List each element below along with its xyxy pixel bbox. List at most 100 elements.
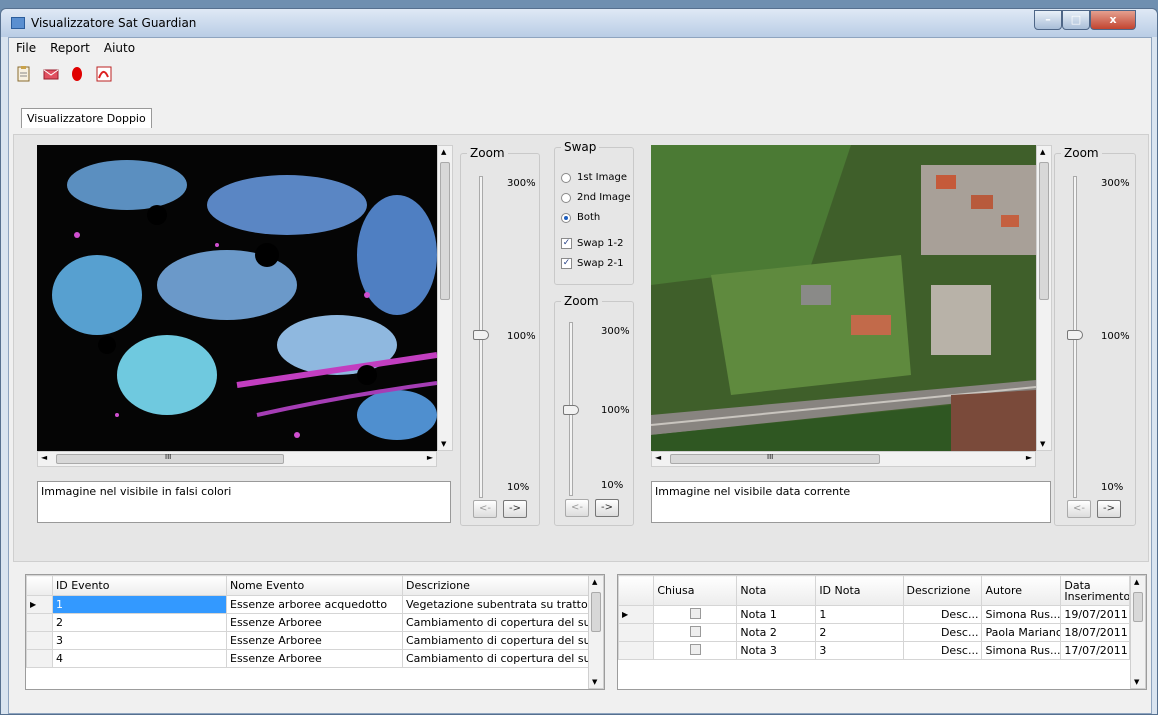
- center-prev-button[interactable]: <-: [565, 499, 589, 517]
- cell[interactable]: Vegetazione subentrata su tratto ...: [402, 595, 589, 614]
- cell[interactable]: Simona Rus...: [981, 641, 1062, 660]
- right-hscroll-thumb[interactable]: [670, 454, 880, 464]
- cell[interactable]: Desc...: [902, 641, 983, 660]
- table-row[interactable]: Nota 3 3 Desc... Simona Rus... 17/07/201…: [618, 641, 1130, 660]
- record-icon[interactable]: [68, 65, 86, 83]
- events-header-nome[interactable]: Nome Evento: [226, 575, 403, 596]
- cell[interactable]: Cambiamento di copertura del su...: [402, 631, 589, 650]
- cell[interactable]: Paola Mariano: [981, 623, 1062, 642]
- right-vertical-scrollbar[interactable]: ▲ ▼: [1036, 145, 1052, 451]
- table-row[interactable]: 3 Essenze Arboree Cambiamento di copertu…: [26, 631, 589, 650]
- notes-header-chiusa[interactable]: Chiusa: [653, 575, 738, 606]
- events-grid[interactable]: ID Evento Nome Evento Descrizione ▶ 1 Es…: [25, 574, 605, 690]
- table-row[interactable]: Nota 2 2 Desc... Paola Mariano 18/07/201…: [618, 623, 1130, 642]
- scroll-down-arrow-icon[interactable]: ▼: [1134, 678, 1139, 686]
- row-selector[interactable]: [618, 641, 655, 660]
- scroll-right-arrow-icon[interactable]: ►: [427, 453, 433, 462]
- title-bar[interactable]: Visualizzatore Sat Guardian – □ x: [1, 9, 1157, 37]
- notes-header-autore[interactable]: Autore: [981, 575, 1062, 606]
- cell[interactable]: 3: [815, 641, 904, 660]
- left-vscroll-thumb[interactable]: [440, 162, 450, 300]
- row-selector[interactable]: [26, 649, 53, 668]
- cell[interactable]: Desc...: [902, 623, 983, 642]
- false-color-image[interactable]: [37, 145, 437, 451]
- clipboard-icon[interactable]: [15, 65, 33, 83]
- events-header-descrizione[interactable]: Descrizione: [402, 575, 589, 596]
- right-horizontal-scrollbar[interactable]: ◄ III ►: [651, 451, 1036, 467]
- left-zoom-slider[interactable]: [473, 330, 489, 340]
- scroll-right-arrow-icon[interactable]: ►: [1026, 453, 1032, 462]
- events-vertical-scrollbar[interactable]: ▲ ▼: [588, 575, 604, 689]
- cell[interactable]: Cambiamento di copertura del su...: [402, 649, 589, 668]
- right-prev-button[interactable]: <-: [1067, 500, 1091, 518]
- notes-header-descrizione[interactable]: Descrizione: [902, 575, 983, 606]
- checkbox-swap-1-2[interactable]: ✓: [561, 238, 572, 249]
- cell[interactable]: 19/07/2011: [1060, 605, 1130, 624]
- menu-report[interactable]: Report: [43, 38, 97, 58]
- cell[interactable]: Nota 1: [736, 605, 817, 624]
- right-zoom-slider[interactable]: [1067, 330, 1083, 340]
- scroll-left-arrow-icon[interactable]: ◄: [41, 453, 47, 462]
- cell[interactable]: Essenze Arboree: [226, 631, 403, 650]
- menu-aiuto[interactable]: Aiuto: [97, 38, 142, 58]
- chiusa-checkbox[interactable]: [653, 605, 738, 624]
- cell[interactable]: Simona Rus...: [981, 605, 1062, 624]
- center-zoom-slider[interactable]: [563, 405, 579, 415]
- cell[interactable]: 17/07/2011: [1060, 641, 1130, 660]
- notes-grid[interactable]: Chiusa Nota ID Nota Descrizione Autore D…: [617, 574, 1147, 690]
- scroll-up-arrow-icon[interactable]: ▲: [1134, 578, 1139, 586]
- left-prev-button[interactable]: <-: [473, 500, 497, 518]
- radio-2nd-image[interactable]: [561, 193, 571, 203]
- table-row[interactable]: ▶ 1 Essenze arboree acquedotto Vegetazio…: [26, 595, 589, 614]
- table-row[interactable]: 4 Essenze Arboree Cambiamento di copertu…: [26, 649, 589, 668]
- left-next-button[interactable]: ->: [503, 500, 527, 518]
- current-visible-image[interactable]: [651, 145, 1036, 451]
- notes-header-id-nota[interactable]: ID Nota: [815, 575, 904, 606]
- cell[interactable]: 4: [52, 649, 227, 668]
- row-selector[interactable]: [26, 613, 53, 632]
- cell[interactable]: Nota 3: [736, 641, 817, 660]
- cell[interactable]: 18/07/2011: [1060, 623, 1130, 642]
- radio-both[interactable]: [561, 213, 571, 223]
- chiusa-checkbox[interactable]: [653, 623, 738, 642]
- cell[interactable]: Desc...: [902, 605, 983, 624]
- cell[interactable]: 2: [815, 623, 904, 642]
- pdf-icon[interactable]: [95, 65, 113, 83]
- cell[interactable]: 1: [52, 595, 227, 614]
- row-selector[interactable]: ▶: [618, 605, 655, 624]
- maximize-button[interactable]: □: [1062, 10, 1090, 30]
- notes-vscroll-thumb[interactable]: [1133, 592, 1143, 622]
- row-selector[interactable]: [618, 623, 655, 642]
- left-horizontal-scrollbar[interactable]: ◄ III ►: [37, 451, 437, 467]
- cell[interactable]: Nota 2: [736, 623, 817, 642]
- events-vscroll-thumb[interactable]: [591, 592, 601, 632]
- center-next-button[interactable]: ->: [595, 499, 619, 517]
- checkbox-swap-2-1[interactable]: ✓: [561, 258, 572, 269]
- cell[interactable]: 3: [52, 631, 227, 650]
- row-selector[interactable]: ▶: [26, 595, 53, 614]
- right-next-button[interactable]: ->: [1097, 500, 1121, 518]
- notes-header-data-inserimento[interactable]: Data Inserimento: [1060, 575, 1130, 606]
- radio-1st-image[interactable]: [561, 173, 571, 183]
- notes-vertical-scrollbar[interactable]: ▲ ▼: [1130, 575, 1146, 689]
- scroll-up-arrow-icon[interactable]: ▲: [592, 578, 597, 586]
- events-header-id[interactable]: ID Evento: [52, 575, 227, 596]
- scroll-up-arrow-icon[interactable]: ▲: [441, 148, 446, 156]
- scroll-left-arrow-icon[interactable]: ◄: [655, 453, 661, 462]
- tab-visualizzatore-doppio[interactable]: Visualizzatore Doppio: [21, 108, 152, 128]
- notes-header-nota[interactable]: Nota: [736, 575, 817, 606]
- scroll-up-arrow-icon[interactable]: ▲: [1040, 148, 1045, 156]
- table-row[interactable]: 2 Essenze Arboree Cambiamento di copertu…: [26, 613, 589, 632]
- table-row[interactable]: ▶ Nota 1 1 Desc... Simona Rus... 19/07/2…: [618, 605, 1130, 624]
- cell[interactable]: Cambiamento di copertura del su...: [402, 613, 589, 632]
- minimize-button[interactable]: –: [1034, 10, 1062, 30]
- cell[interactable]: Essenze Arboree: [226, 613, 403, 632]
- cell[interactable]: 1: [815, 605, 904, 624]
- scroll-down-arrow-icon[interactable]: ▼: [441, 440, 446, 448]
- cell[interactable]: Essenze Arboree: [226, 649, 403, 668]
- close-button[interactable]: x: [1090, 10, 1136, 30]
- scroll-down-arrow-icon[interactable]: ▼: [1040, 440, 1045, 448]
- menu-file[interactable]: File: [9, 38, 43, 58]
- chiusa-checkbox[interactable]: [653, 641, 738, 660]
- cell[interactable]: 2: [52, 613, 227, 632]
